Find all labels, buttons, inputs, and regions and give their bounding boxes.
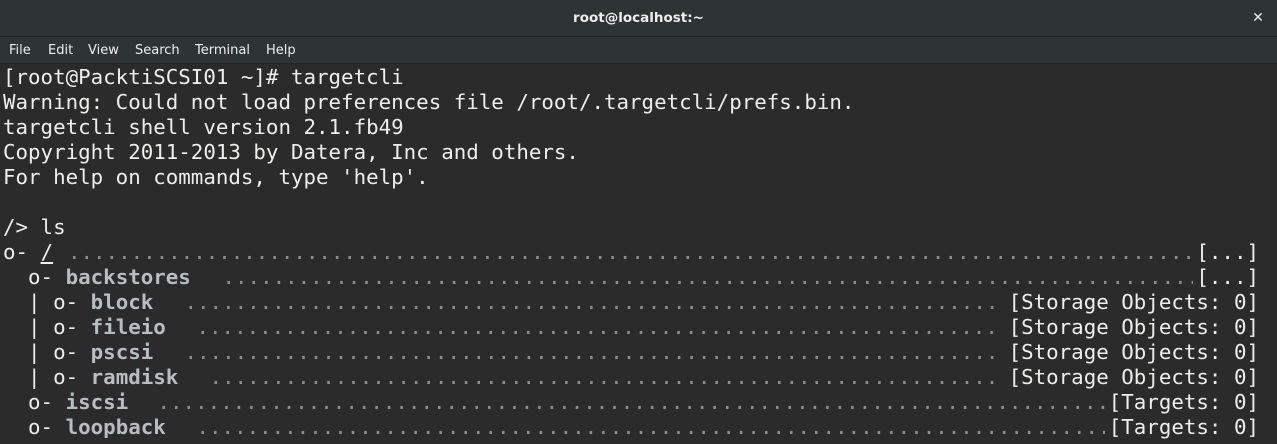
- dot-leader: ........................................…: [184, 290, 1000, 314]
- window-title: root@localhost:~: [573, 10, 704, 26]
- tree-node-info: [Targets: 0]: [1108, 390, 1259, 414]
- dot-leader: ........................................…: [196, 415, 1105, 439]
- tree-node-info: [...]: [1196, 265, 1259, 289]
- menu-file[interactable]: File: [9, 37, 31, 64]
- menu-bar: File Edit View Search Terminal Help: [0, 37, 1277, 64]
- terminal-output[interactable]: [root@PacktiSCSI01 ~]# targetcli Warning…: [0, 64, 1277, 444]
- dot-leader: ........................................…: [184, 340, 1000, 364]
- tree-row: | o- block: [3, 290, 153, 315]
- output-line: Warning: Could not load preferences file…: [3, 90, 855, 114]
- tree-node-name: backstores: [65, 265, 191, 289]
- tree-node-name: ramdisk: [90, 365, 179, 389]
- output-line: /> ls: [3, 215, 66, 239]
- tree-row: | o- fileio: [3, 315, 166, 340]
- dot-leader: ........................................…: [196, 315, 1000, 339]
- tree-prefix: o-: [3, 265, 66, 289]
- tree-row: | o- pscsi: [3, 340, 153, 365]
- menu-search[interactable]: Search: [135, 37, 180, 64]
- tree-prefix: | o-: [3, 315, 91, 339]
- tree-node-name: pscsi: [90, 340, 154, 364]
- tree-row: o- /: [3, 240, 53, 265]
- output-line: For help on commands, type 'help'.: [3, 165, 429, 189]
- menu-terminal[interactable]: Terminal: [195, 37, 250, 64]
- dot-leader: ........................................…: [157, 390, 1105, 414]
- tree-prefix: | o-: [3, 290, 91, 314]
- tree-node-info: [Targets: 0]: [1108, 415, 1259, 439]
- tree-node-info: [Storage Objects: 0]: [1008, 290, 1259, 314]
- tree-node-name: loopback: [65, 415, 166, 439]
- title-bar: root@localhost:~ ✕: [0, 0, 1277, 37]
- tree-node-name: fileio: [90, 315, 166, 339]
- dot-leader: ........................................…: [209, 365, 1000, 389]
- tree-node-name: iscsi: [65, 390, 129, 414]
- tree-prefix: | o-: [3, 365, 91, 389]
- menu-view[interactable]: View: [88, 37, 119, 64]
- output-line: targetcli shell version 2.1.fb49: [3, 115, 404, 139]
- tree-node-info: [Storage Objects: 0]: [1008, 365, 1259, 389]
- tree-prefix: o-: [3, 240, 41, 264]
- dot-leader: ........................................…: [68, 240, 1193, 264]
- tree-node-name: block: [90, 290, 154, 314]
- tree-prefix: o-: [3, 415, 66, 439]
- dot-leader: ........................................…: [222, 265, 1193, 289]
- tree-prefix: o-: [3, 390, 66, 414]
- tree-row: o- backstores: [3, 265, 191, 290]
- output-line: [root@PacktiSCSI01 ~]# targetcli: [3, 65, 404, 89]
- terminal-window: root@localhost:~ ✕ File Edit View Search…: [0, 0, 1277, 444]
- close-icon[interactable]: ✕: [1249, 9, 1267, 27]
- menu-edit[interactable]: Edit: [48, 37, 73, 64]
- tree-row: o- loopback: [3, 415, 166, 440]
- tree-node-info: [Storage Objects: 0]: [1008, 340, 1259, 364]
- tree-row: o- iscsi: [3, 390, 128, 415]
- menu-help[interactable]: Help: [266, 37, 296, 64]
- tree-prefix: | o-: [3, 340, 91, 364]
- tree-node-name: /: [40, 240, 54, 264]
- tree-node-info: [...]: [1196, 240, 1259, 264]
- tree-node-info: [Storage Objects: 0]: [1008, 315, 1259, 339]
- tree-row: | o- ramdisk: [3, 365, 178, 390]
- output-line: Copyright 2011-2013 by Datera, Inc and o…: [3, 140, 579, 164]
